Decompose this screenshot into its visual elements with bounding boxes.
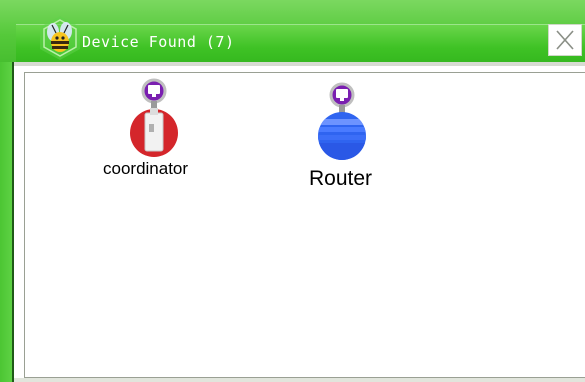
close-button[interactable]	[548, 24, 582, 56]
device-list-panel: coordinator Router	[24, 72, 585, 378]
bee-app-icon	[40, 16, 80, 60]
window-title: Device Found (7)	[82, 33, 235, 51]
coordinator-node-icon	[130, 78, 178, 157]
device-found-window: Device Found (7) coordinator Router	[0, 0, 585, 382]
device-router[interactable]: Router	[305, 81, 415, 201]
close-icon	[556, 30, 574, 50]
device-label-coordinator: coordinator	[103, 159, 189, 178]
window-bottom-edge	[14, 378, 585, 382]
device-label-router: Router	[309, 167, 373, 190]
device-coordinator[interactable]: coordinator	[103, 77, 213, 187]
router-node-icon	[318, 82, 366, 160]
